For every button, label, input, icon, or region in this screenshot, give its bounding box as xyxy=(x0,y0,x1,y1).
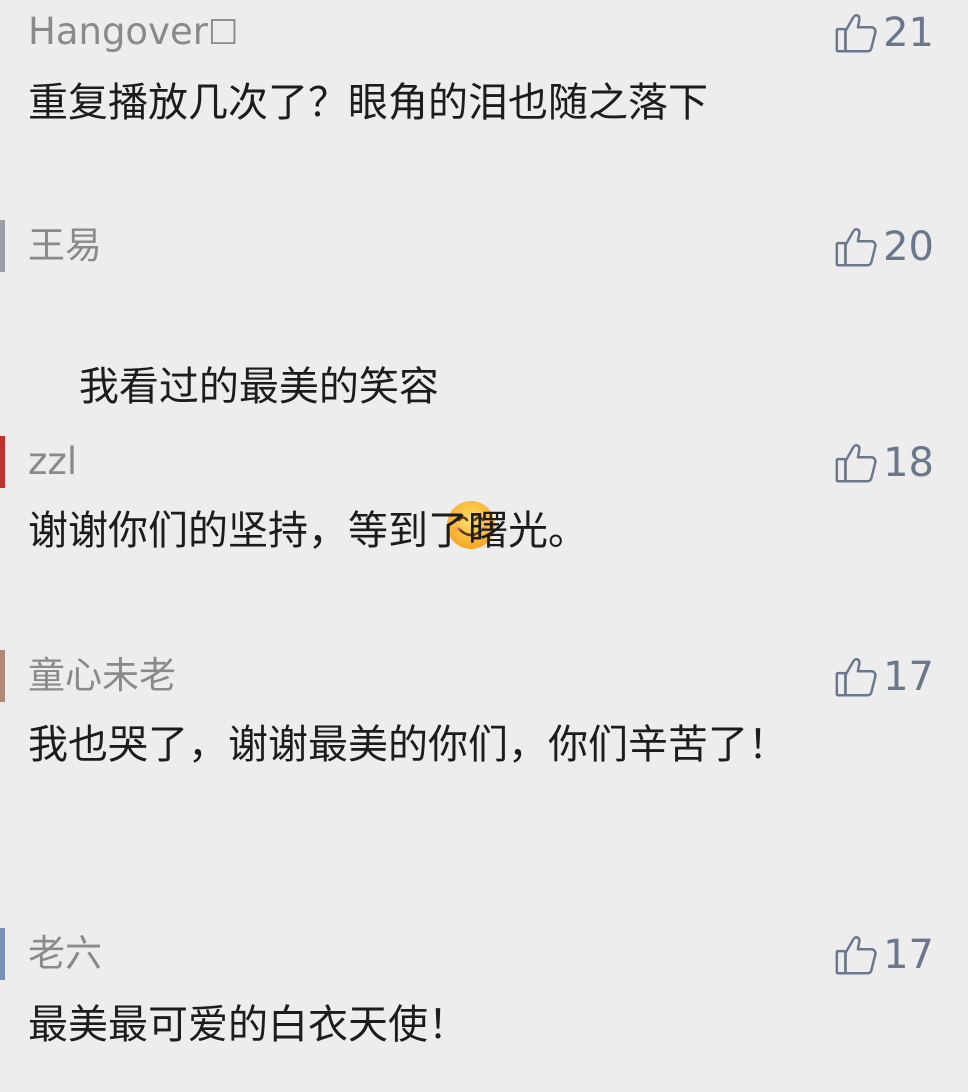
comment-username[interactable]: Hangover☐ xyxy=(28,6,238,59)
avatar[interactable] xyxy=(0,220,5,272)
comment-text: 我也哭了，谢谢最美的你们，你们辛苦了！ xyxy=(28,722,788,768)
username-text: Hangover xyxy=(28,10,208,53)
comment-text-body: 我看过的最美的笑容 xyxy=(78,364,439,410)
comment-text: 最美最可爱的白衣天使！ xyxy=(28,1002,468,1048)
thumbs-up-icon xyxy=(833,10,879,56)
thumbs-up-icon xyxy=(833,932,879,978)
comment-text: 我看过的最美的笑容 xyxy=(28,282,888,549)
comment-username[interactable]: 王易 xyxy=(28,220,102,272)
avatar[interactable] xyxy=(0,650,5,702)
like-button[interactable]: 17 xyxy=(833,930,934,980)
comment-username[interactable]: 童心未老 xyxy=(28,650,176,702)
comment-username[interactable]: 老六 xyxy=(28,928,102,980)
thumbs-up-icon xyxy=(833,654,879,700)
thumbs-up-icon xyxy=(833,440,879,486)
thumbs-up-icon xyxy=(833,224,879,270)
like-count: 20 xyxy=(883,224,934,270)
like-count: 18 xyxy=(883,440,934,486)
username-suffix-glyph: ☐ xyxy=(207,13,239,53)
smiling-face-emoji-icon xyxy=(445,359,497,549)
like-count: 21 xyxy=(883,10,934,56)
like-count: 17 xyxy=(883,654,934,700)
avatar[interactable] xyxy=(0,436,5,488)
like-button[interactable]: 21 xyxy=(833,8,934,58)
comment-username[interactable]: zzl xyxy=(28,436,77,488)
like-button[interactable]: 17 xyxy=(833,652,934,702)
like-count: 17 xyxy=(883,932,934,978)
avatar[interactable] xyxy=(0,928,5,980)
comment-text: 谢谢你们的坚持，等到了曙光。 xyxy=(28,508,588,554)
like-button[interactable]: 18 xyxy=(833,438,934,488)
like-button[interactable]: 20 xyxy=(833,222,934,272)
comment-text: 重复播放几次了？眼角的泪也随之落下 xyxy=(28,80,708,126)
